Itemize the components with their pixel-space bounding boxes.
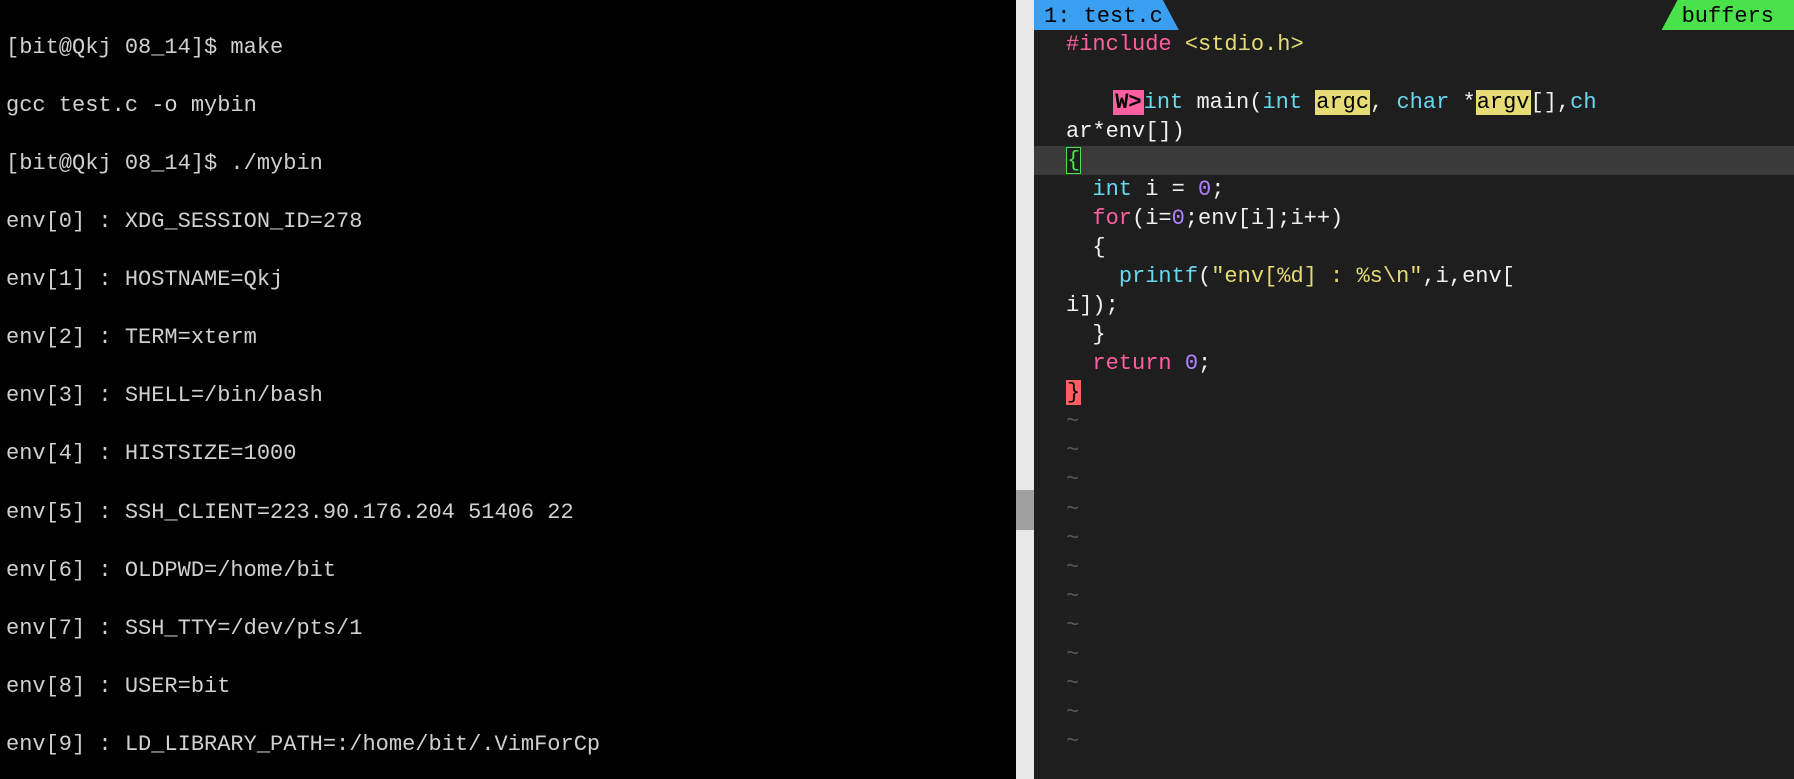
number-literal: 0 — [1172, 351, 1198, 376]
function-name: main — [1196, 90, 1249, 115]
brace-open: { — [1066, 147, 1081, 174]
empty-line-tilde: ~ — [1034, 611, 1794, 640]
for-keyword: for — [1092, 206, 1132, 231]
empty-line-tilde: ~ — [1034, 698, 1794, 727]
empty-line-tilde: ~ — [1034, 465, 1794, 494]
code-text: ( — [1198, 264, 1211, 289]
code-line: for(i=0;env[i];i++) — [1034, 204, 1794, 233]
empty-line-tilde: ~ — [1034, 582, 1794, 611]
terminal-line: env[1] : HOSTNAME=Qkj — [6, 265, 1010, 294]
code-line: } — [1034, 378, 1794, 407]
tab-test-c[interactable]: 1: test.c — [1034, 0, 1179, 30]
type-keyword: int — [1092, 177, 1132, 202]
empty-line-tilde: ~ — [1034, 727, 1794, 756]
buffers-button[interactable]: buffers — [1662, 0, 1794, 30]
terminal-line: [bit@Qkj 08_14]$ ./mybin — [6, 149, 1010, 178]
code-line: int i = 0; — [1034, 175, 1794, 204]
brace-open: { — [1092, 235, 1105, 260]
gutter-warning-icon: W> — [1113, 90, 1143, 115]
code-text: ; — [1198, 351, 1211, 376]
type-keyword: char — [1396, 90, 1449, 115]
empty-line-tilde: ~ — [1034, 407, 1794, 436]
scrollbar-thumb[interactable] — [1016, 490, 1034, 530]
empty-line-tilde: ~ — [1034, 669, 1794, 698]
empty-line-tilde: ~ — [1034, 436, 1794, 465]
code-line: W>int main(int argc, char *argv[],ch — [1034, 59, 1794, 117]
return-keyword: return — [1092, 351, 1171, 376]
printf-call: printf — [1119, 264, 1198, 289]
terminal-line: env[8] : USER=bit — [6, 672, 1010, 701]
tab-bar: 1: test.c buffers — [1034, 0, 1794, 30]
terminal-line: env[0] : XDG_SESSION_ID=278 — [6, 207, 1010, 236]
terminal-pane[interactable]: [bit@Qkj 08_14]$ make gcc test.c -o mybi… — [0, 0, 1016, 779]
code-line: return 0; — [1034, 349, 1794, 378]
code-text: ,i,env[ — [1422, 264, 1514, 289]
editor-content[interactable]: #include <stdio.h> W>int main(int argc, … — [1034, 30, 1794, 756]
scrollbar-track[interactable] — [1016, 0, 1034, 779]
terminal-line: env[5] : SSH_CLIENT=223.90.176.204 51406… — [6, 498, 1010, 527]
param-argv: argv — [1476, 90, 1531, 115]
param-argc: argc — [1315, 90, 1370, 115]
number-literal: 0 — [1172, 206, 1185, 231]
brace-close: } — [1092, 322, 1105, 347]
code-line: { — [1034, 233, 1794, 262]
code-text: ar*env[]) — [1066, 119, 1185, 144]
code-line: ar*env[]) — [1034, 117, 1794, 146]
terminal-line: gcc test.c -o mybin — [6, 91, 1010, 120]
editor-pane[interactable]: 1: test.c buffers #include <stdio.h> W>i… — [1034, 0, 1794, 779]
code-text: i]); — [1066, 293, 1119, 318]
code-line: printf("env[%d] : %s\n",i,env[ — [1034, 262, 1794, 291]
empty-line-tilde: ~ — [1034, 495, 1794, 524]
type-keyword: int — [1144, 90, 1184, 115]
terminal-line: env[3] : SHELL=/bin/bash — [6, 381, 1010, 410]
brace-close-highlighted: } — [1066, 380, 1081, 405]
code-text: ; — [1211, 177, 1224, 202]
terminal-line: env[4] : HISTSIZE=1000 — [6, 439, 1010, 468]
include-keyword: #include — [1066, 32, 1172, 57]
terminal-line: env[2] : TERM=xterm — [6, 323, 1010, 352]
code-text: i = — [1132, 177, 1198, 202]
terminal-line: env[6] : OLDPWD=/home/bit — [6, 556, 1010, 585]
number-literal: 0 — [1198, 177, 1211, 202]
empty-line-tilde: ~ — [1034, 640, 1794, 669]
string-literal: "env[%d] : %s\n" — [1211, 264, 1422, 289]
code-text: ;env[i];i++) — [1185, 206, 1343, 231]
code-line: } — [1034, 320, 1794, 349]
code-line: i]); — [1034, 291, 1794, 320]
type-keyword: int — [1262, 90, 1302, 115]
terminal-line: env[7] : SSH_TTY=/dev/pts/1 — [6, 614, 1010, 643]
terminal-line: [bit@Qkj 08_14]$ make — [6, 33, 1010, 62]
cursor-line: { — [1034, 146, 1794, 175]
empty-line-tilde: ~ — [1034, 524, 1794, 553]
code-text: (i= — [1132, 206, 1172, 231]
code-line: #include <stdio.h> — [1034, 30, 1794, 59]
terminal-line: env[9] : LD_LIBRARY_PATH=:/home/bit/.Vim… — [6, 730, 1010, 759]
empty-line-tilde: ~ — [1034, 553, 1794, 582]
include-header: <stdio.h> — [1185, 32, 1304, 57]
